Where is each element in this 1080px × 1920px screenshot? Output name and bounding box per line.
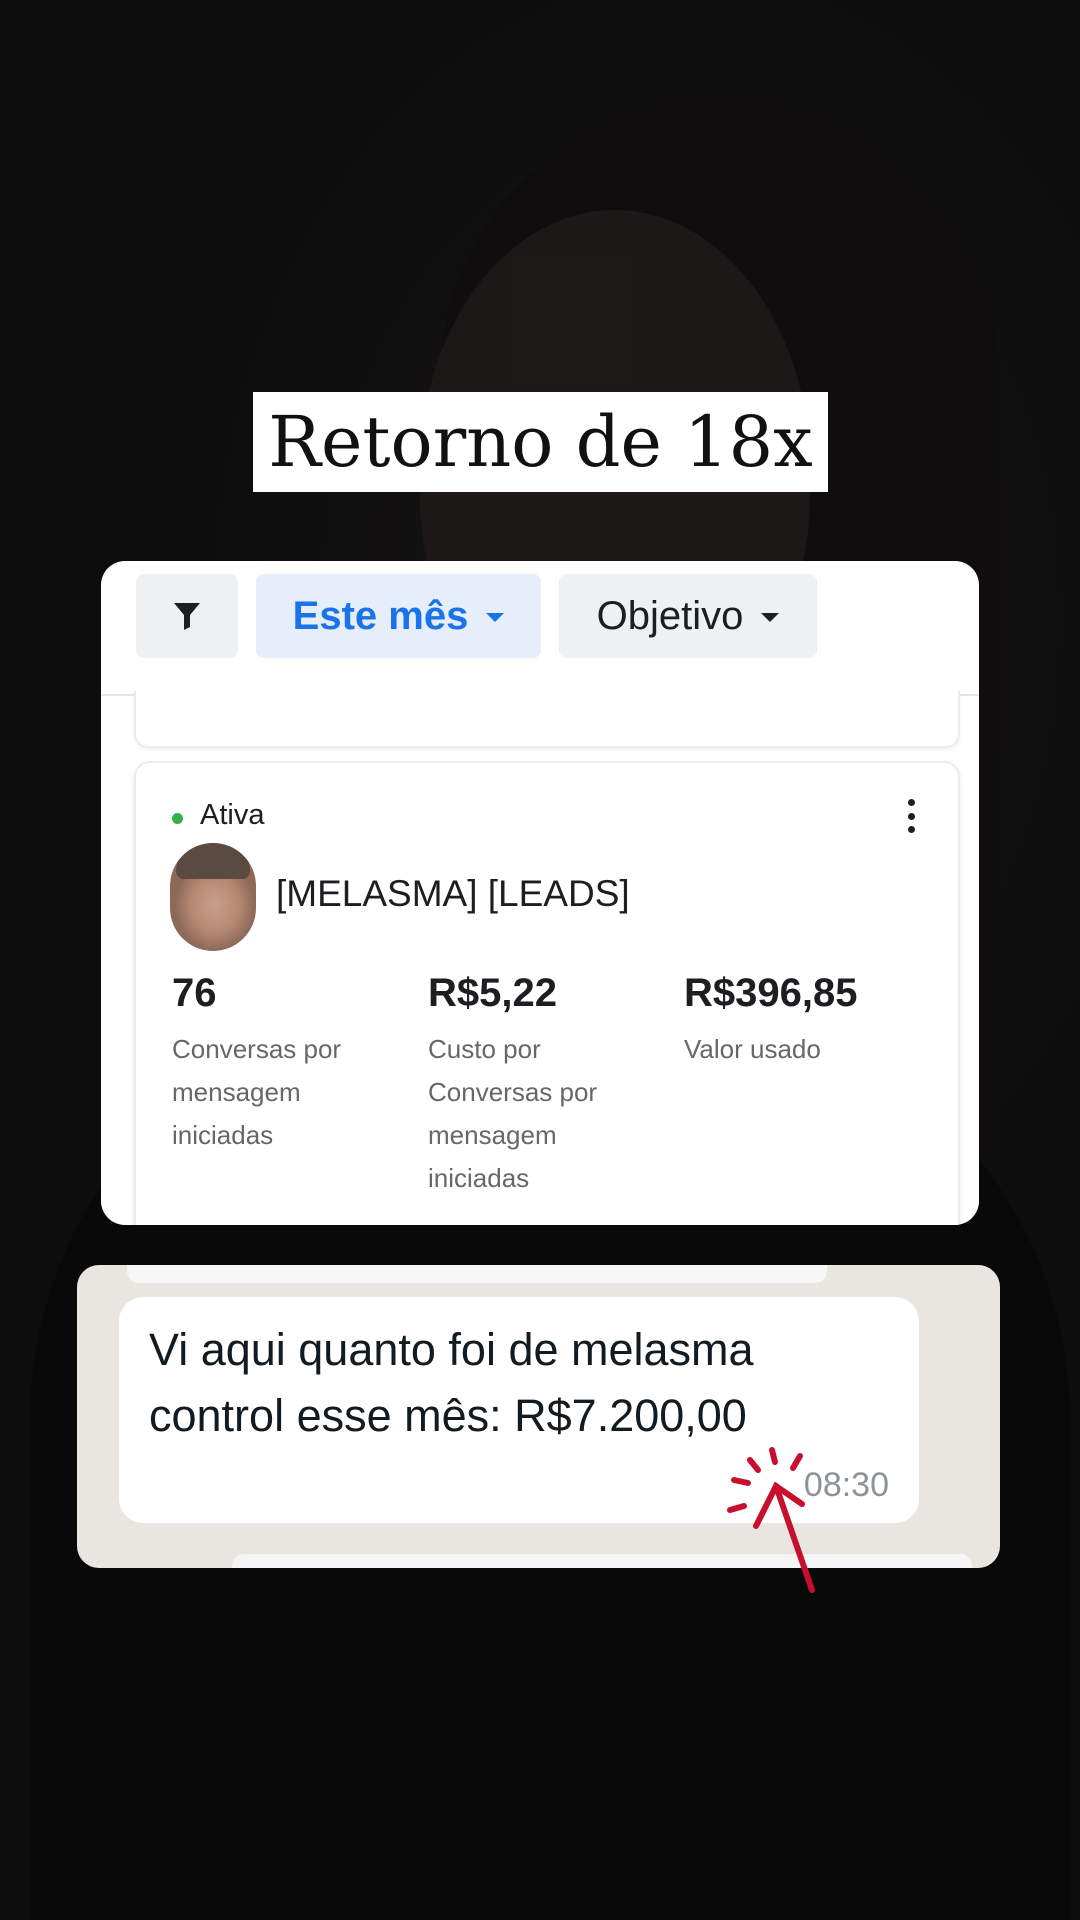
previous-card-edge xyxy=(134,691,960,748)
caret-down-icon xyxy=(486,612,505,622)
title-banner: Retorno de 18x xyxy=(253,392,828,492)
metric-value: R$396,85 xyxy=(684,971,858,1015)
whatsapp-snippet: Vi aqui quanto foi de melasma control es… xyxy=(77,1265,1000,1568)
filter-button[interactable] xyxy=(136,574,238,658)
campaign-card[interactable]: Ativa [MELASMA] [LEADS] 76 Conversas por… xyxy=(134,761,960,1225)
filter-icon xyxy=(174,603,200,630)
metric-value: 76 xyxy=(172,971,217,1015)
metric-cost-per-conversation: R$5,22 Custo por Conversas por mensagem … xyxy=(428,971,658,1200)
metric-amount-spent: R$396,85 Valor usado xyxy=(684,971,914,1071)
campaign-name: [MELASMA] [LEADS] xyxy=(276,873,630,914)
title-text: Retorno de 18x xyxy=(268,401,813,483)
metric-conversations: 76 Conversas por mensagem iniciadas xyxy=(172,971,402,1157)
date-range-label: Este mês xyxy=(292,593,469,638)
metric-value: R$5,22 xyxy=(428,971,557,1015)
metric-label: Custo por Conversas por mensagem iniciad… xyxy=(428,1034,598,1193)
objective-dropdown[interactable]: Objetivo xyxy=(559,574,817,658)
caret-down-icon xyxy=(761,612,780,622)
metric-label: Conversas por mensagem iniciadas xyxy=(172,1034,342,1150)
ads-manager-screenshot: Este mês Objetivo Ativa [MELASMA] [LEADS… xyxy=(101,561,979,1225)
arrow-annotation-icon xyxy=(727,1447,815,1593)
previous-bubble-edge xyxy=(127,1265,827,1283)
status-label: Ativa xyxy=(200,799,265,831)
message-text: Vi aqui quanto foi de melasma control es… xyxy=(149,1324,754,1441)
status-dot-icon xyxy=(172,813,183,824)
objective-label: Objetivo xyxy=(596,593,744,638)
date-range-dropdown[interactable]: Este mês xyxy=(256,574,541,658)
avatar xyxy=(170,843,256,951)
next-bubble-edge xyxy=(232,1554,972,1568)
metric-label: Valor usado xyxy=(684,1034,821,1064)
more-vertical-icon[interactable] xyxy=(906,799,916,833)
